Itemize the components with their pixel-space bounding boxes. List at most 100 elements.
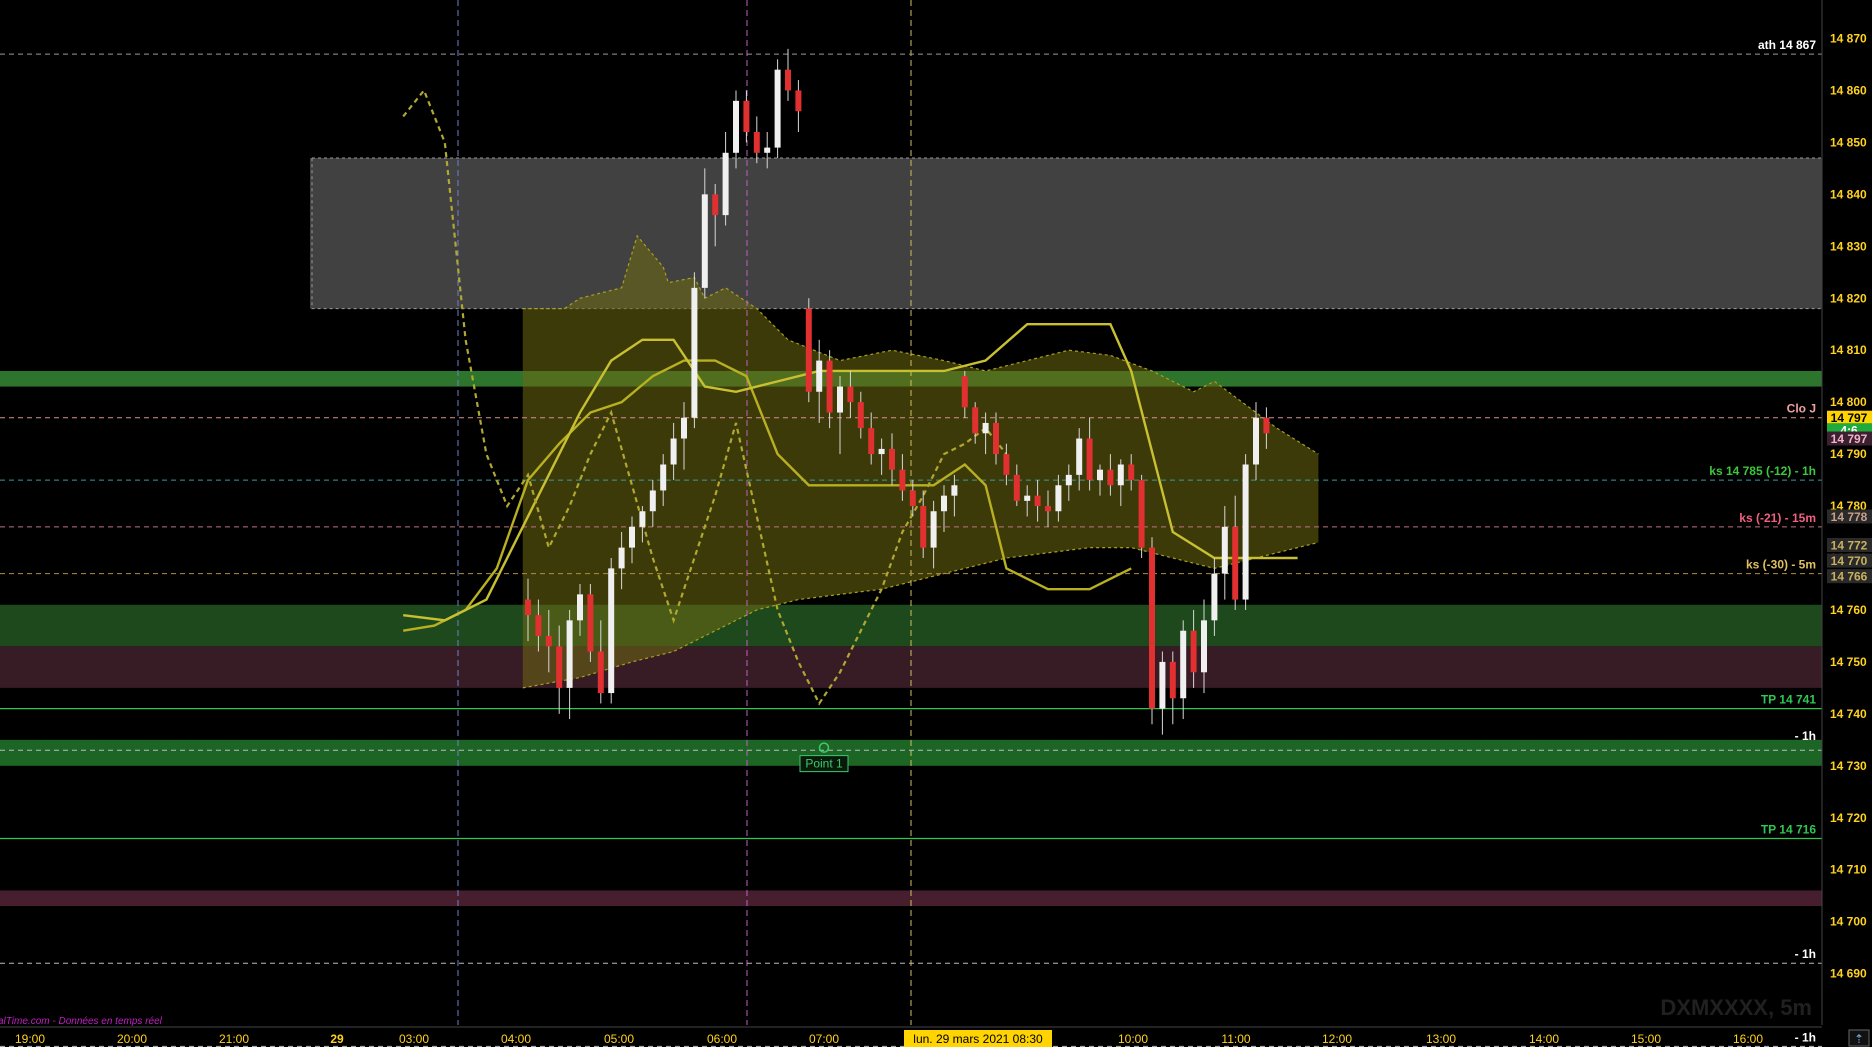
price-tick-label: 14 730 [1830,759,1867,773]
price-tick-label: 14 790 [1830,447,1867,461]
candle-body [785,69,791,91]
candle-body [899,469,906,491]
candle-body [1013,474,1020,501]
candle-body [566,620,573,688]
candle-body [1045,506,1051,512]
candle-body [941,495,947,512]
price-tick-label: 14 800 [1830,395,1867,409]
candle-body [597,651,604,694]
cursor-time-text: lun. 29 mars 2021 08:30 [913,1032,1043,1046]
candle-body [1107,469,1114,486]
candle-body [993,422,999,455]
candle-body [1180,630,1187,699]
candle-body [764,147,771,153]
level-label: - 1h [1795,947,1816,961]
candle-body [868,428,875,455]
candle-body [951,485,958,496]
candle-body [1055,485,1062,512]
price-badge-text: 14 772 [1831,539,1868,553]
candle-body [889,448,895,470]
candle-body [837,386,843,413]
price-tick-label: 14 700 [1830,915,1867,929]
time-tick-label: 05:00 [604,1032,634,1046]
level-label: Clo J [1787,402,1816,416]
time-tick-label: 10:00 [1118,1032,1148,1046]
candle-body [701,194,708,288]
time-tick-label: 03:00 [399,1032,429,1046]
candle-body [1034,495,1041,507]
time-tick-label: 06:00 [707,1032,737,1046]
candle-body [639,511,646,527]
price-tick-label: 14 760 [1830,603,1867,617]
candle-body [743,100,750,133]
level-label: - 1h [1795,1030,1816,1044]
level-label: ks (-30) - 5m [1746,558,1816,572]
candle-body [857,402,864,429]
candle-body [920,506,927,548]
source-text: alTime.com - Données en temps réel [0,1016,163,1027]
time-tick-label: 14:00 [1529,1032,1559,1046]
candle-body [545,635,552,647]
point-label: Point 1 [805,757,843,771]
price-tick-label: 14 750 [1830,655,1867,669]
price-badge-text: 14 766 [1831,570,1868,584]
candle-body [1065,474,1072,486]
candle-body [826,360,833,413]
candle-body [587,594,594,652]
candle-body [1128,464,1135,481]
price-axis[interactable]: 14 870 14 860 14 850 14 840 14 830 14 820 14 8… [1821,0,1872,1025]
zone-band [310,157,1822,309]
candle-body [618,547,625,569]
price-tick-label: 14 710 [1830,863,1867,877]
candle-body [1086,438,1093,481]
price-badge-text: 14 778 [1831,510,1868,524]
candle-body [1211,573,1218,621]
time-tick-label: 20:00 [117,1032,147,1046]
price-tick-label: 14 830 [1830,239,1867,253]
candle-body [1117,464,1124,486]
candle-body [961,376,968,408]
candle-body [878,448,885,455]
price-tick-label: 14 850 [1830,135,1867,149]
time-tick-label: 13:00 [1426,1032,1456,1046]
candle-body [909,490,916,507]
price-chart: ath 14 867 Clo J ks 14 785 (-12) - 1h ks (-… [0,0,1872,1047]
level-label: TP 14 741 [1761,693,1816,707]
price-tick-label: 14 810 [1830,343,1867,357]
price-badge-text: 14 770 [1831,554,1868,568]
candle-body [525,599,531,616]
arrow-up-icon: ⇡ [1854,1032,1864,1046]
candle-body [1138,480,1145,548]
candle-body [535,615,542,636]
level-label: ks 14 785 (-12) - 1h [1709,464,1816,478]
time-axis[interactable]: 19:00 20:00 21:00 29 03:00 04:00 05:00 06:00 07:… [0,1026,1870,1047]
time-tick-label: 07:00 [809,1032,839,1046]
level-label: - 1h [1795,729,1816,743]
candle-body [795,90,802,112]
candle-body [1232,526,1239,600]
candle-body [774,69,781,148]
candle-body [733,100,739,153]
price-tick-label: 14 860 [1830,83,1867,97]
price-tick-label: 14 690 [1830,967,1867,981]
candle-body [982,422,989,434]
candle-body [1169,661,1176,699]
time-tick-label: 15:00 [1631,1032,1661,1046]
time-tick-label: 21:00 [219,1032,249,1046]
time-tick-label: 16:00 [1733,1032,1763,1046]
time-tick-label: 19:00 [15,1032,45,1046]
candle-body [660,464,667,491]
candle-body [1097,469,1103,481]
candle-body [629,526,635,548]
candle-body [722,152,729,216]
level-label: ks (-21) - 15m [1739,511,1816,525]
candle-body [681,417,687,439]
candle-body [1024,495,1031,501]
price-tick-label: 14 720 [1830,811,1867,825]
candle-body [577,594,583,621]
candle-body [1242,464,1249,600]
price-tick-label: 14 840 [1830,187,1867,201]
price-badge-text: 14 797 [1831,432,1868,446]
price-tick-label: 14 740 [1830,707,1867,721]
candle-body [1159,661,1166,709]
